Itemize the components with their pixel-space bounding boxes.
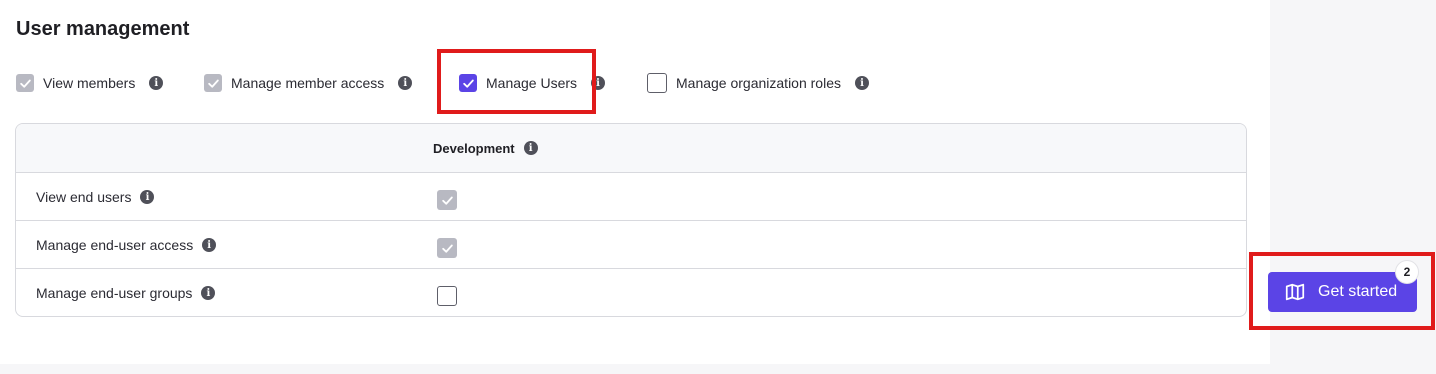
permission-manage-organization-roles[interactable]: Manage organization roles i xyxy=(647,73,869,93)
info-icon[interactable]: i xyxy=(201,286,216,300)
row-label-text: View end users xyxy=(36,189,132,205)
row-label: Manage end-user groups i xyxy=(36,269,216,316)
manage-organization-roles-checkbox[interactable] xyxy=(647,73,667,93)
info-icon[interactable]: i xyxy=(398,76,413,90)
permissions-table: Development i View end users i Manage en… xyxy=(15,123,1247,317)
info-icon[interactable]: i xyxy=(523,141,538,155)
get-started-label: Get started xyxy=(1318,283,1398,300)
view-members-label: View members xyxy=(43,75,136,91)
permission-manage-member-access[interactable]: Manage member access i xyxy=(204,74,440,92)
manage-end-user-access-checkbox[interactable] xyxy=(437,238,457,258)
check-icon xyxy=(441,244,453,253)
row-label: View end users i xyxy=(36,173,155,221)
manage-member-access-checkbox[interactable] xyxy=(204,74,222,92)
check-icon xyxy=(207,79,219,88)
table-row: View end users i xyxy=(16,173,1246,221)
table-header: Development i xyxy=(16,124,1246,173)
row-label: Manage end-user access i xyxy=(36,221,217,269)
permission-view-members[interactable]: View members i xyxy=(16,74,186,92)
row-checkbox-cell xyxy=(437,286,457,311)
page-title: User management xyxy=(16,18,190,40)
info-icon[interactable]: i xyxy=(855,76,869,90)
row-label-text: Manage end-user access xyxy=(36,237,194,253)
info-icon[interactable]: i xyxy=(202,238,217,252)
get-started-button[interactable]: Get started xyxy=(1268,272,1417,312)
main-panel: User management View members i Manage me… xyxy=(0,0,1270,364)
check-icon xyxy=(19,79,31,88)
view-members-checkbox[interactable] xyxy=(16,74,34,92)
map-icon xyxy=(1285,283,1305,301)
row-label-text: Manage end-user groups xyxy=(36,285,193,301)
manage-member-access-label: Manage member access xyxy=(231,75,385,91)
table-row: Manage end-user access i xyxy=(16,221,1246,269)
row-checkbox-cell xyxy=(437,190,457,212)
info-icon[interactable]: i xyxy=(149,76,164,90)
info-icon[interactable]: i xyxy=(140,190,155,204)
column-header-development: Development i xyxy=(433,124,538,172)
column-header-label: Development xyxy=(433,140,515,156)
manage-end-user-groups-checkbox[interactable] xyxy=(437,286,457,306)
notification-badge: 2 xyxy=(1395,260,1419,284)
highlight-box-manage-users xyxy=(437,49,596,114)
view-end-users-checkbox[interactable] xyxy=(437,190,457,210)
check-icon xyxy=(441,196,453,205)
row-checkbox-cell xyxy=(437,238,457,260)
manage-organization-roles-label: Manage organization roles xyxy=(676,75,841,91)
table-row: Manage end-user groups i xyxy=(16,269,1246,316)
